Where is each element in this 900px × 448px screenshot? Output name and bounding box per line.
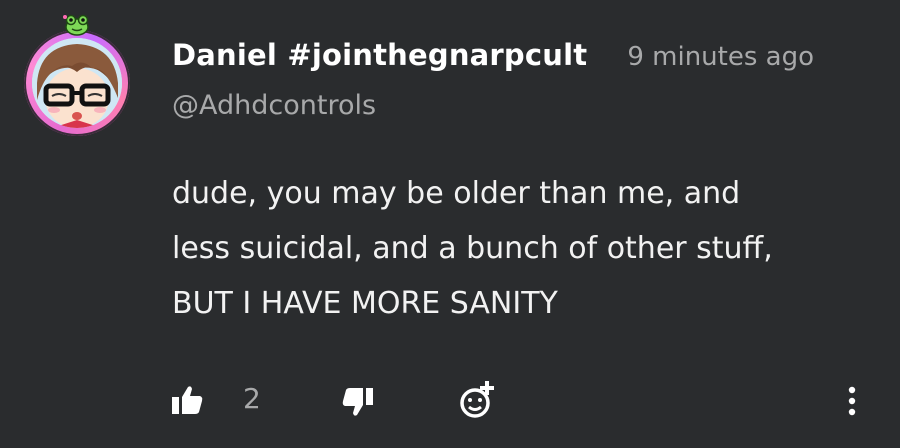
comment-body-line: less suicidal, and a bunch of other stuf… [172, 231, 773, 266]
comment-card: Daniel #jointhegnarpcult 9 minutes ago @… [0, 0, 900, 448]
comment-body-line: dude, you may be older than me, and [172, 176, 741, 211]
like-count: 2 [243, 382, 261, 415]
add-emoji-icon [458, 380, 498, 424]
thumbs-down-icon [341, 386, 375, 422]
avatar[interactable] [24, 12, 136, 144]
action-bar: 2 [0, 380, 900, 424]
author-name[interactable]: Daniel #jointhegnarpcult [172, 38, 587, 72]
timestamp: 9 minutes ago [627, 42, 815, 72]
add-reaction-button[interactable] [458, 380, 498, 424]
dislike-button[interactable] [341, 386, 375, 422]
comment-header: Daniel #jointhegnarpcult 9 minutes ago [172, 38, 814, 72]
comment-body-line: BUT I HAVE MORE SANITY [172, 286, 558, 321]
more-options-button[interactable] [840, 384, 864, 424]
like-button[interactable] [170, 384, 204, 420]
author-handle[interactable]: @Adhdcontrols [172, 90, 376, 121]
comment-body: dude, you may be older than me, and less… [172, 166, 887, 331]
avatar-ring [24, 30, 130, 136]
frog-badge-icon [62, 12, 92, 36]
more-vertical-icon [840, 384, 864, 424]
avatar-image [32, 38, 122, 128]
thumbs-up-icon [170, 384, 204, 420]
